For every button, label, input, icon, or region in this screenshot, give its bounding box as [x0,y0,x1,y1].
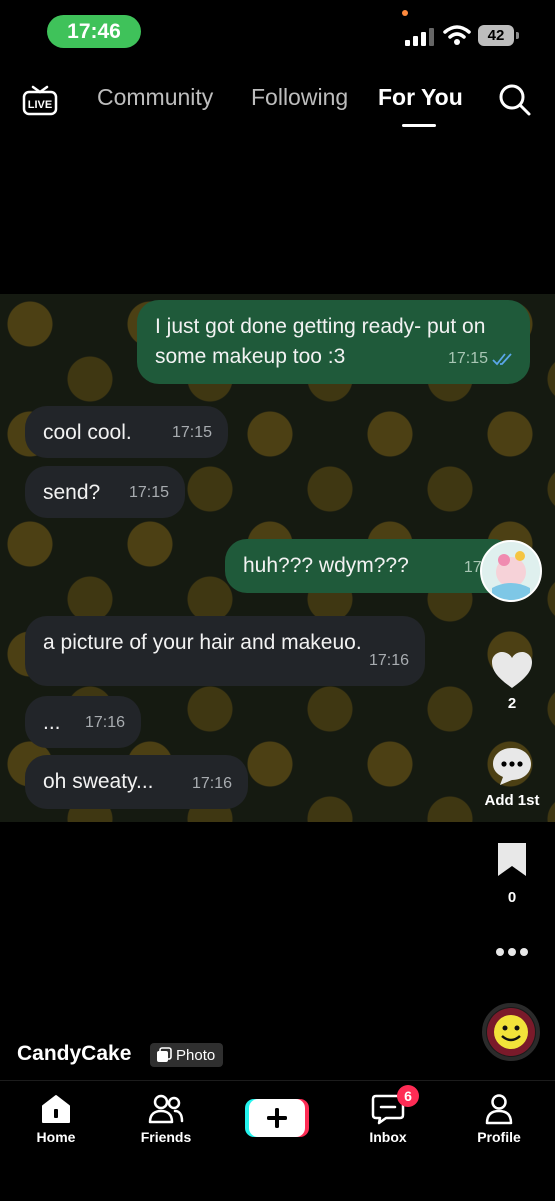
inbox-badge: 6 [397,1085,419,1107]
nav-friends[interactable]: Friends [121,1093,211,1145]
tab-community[interactable]: Community [97,84,213,111]
top-navigation: LIVE Community Following For You [0,72,555,132]
wifi-icon [443,25,471,45]
message-text: I just got done getting ready- put on so… [155,315,486,368]
creator-avatar[interactable] [480,540,542,602]
chat-bubble: cool cool. 17:15 [25,406,228,458]
cellular-signal-icon [405,28,434,46]
photo-stack-icon [157,1047,172,1062]
message-text: oh sweaty... [43,770,154,793]
message-time: 17:15 [171,424,212,441]
live-icon[interactable]: LIVE [20,80,60,120]
message-time: 17:16 [368,652,409,669]
profile-icon [485,1094,513,1125]
like-button[interactable]: 2 [477,650,547,712]
live-label: LIVE [28,99,52,111]
active-tab-indicator [402,124,436,127]
nav-home-label: Home [36,1129,76,1145]
bookmark-icon [498,843,526,876]
photo-badge-label: Photo [176,1046,216,1064]
post-username[interactable]: CandyCake [17,1042,131,1066]
message-text: a picture of your hair and makeuo. [43,631,362,654]
tab-for-you[interactable]: For You [378,84,463,111]
nav-inbox[interactable]: Inbox [343,1093,433,1145]
save-button[interactable]: 0 [477,840,547,906]
tab-following[interactable]: Following [251,84,348,111]
sound-disc[interactable] [482,1003,540,1061]
nav-profile[interactable]: Profile [454,1093,544,1145]
friends-icon [148,1094,184,1124]
post-photo[interactable]: I just got done getting ready- put on so… [0,294,555,822]
message-time: 17:16 [191,775,232,792]
nav-friends-label: Friends [140,1129,192,1145]
message-text: ... [43,711,61,734]
message-time: 17:15 [128,484,169,501]
chat-bubble: oh sweaty... 17:16 [25,755,248,809]
message-text: send? [43,481,101,504]
chat-bubble: I just got done getting ready- put on so… [137,300,530,384]
smiley-icon [487,1008,535,1056]
chat-bubble: send? 17:15 [25,466,185,518]
more-options-button[interactable] [477,945,547,964]
status-time: 17:46 [47,15,141,48]
double-check-icon [492,353,512,366]
comment-icon [493,748,531,785]
chat-bubble: huh??? wdym??? 17:1 [225,539,515,593]
message-time: 17:15 [447,350,488,367]
message-text: cool cool. [43,421,132,444]
privacy-indicator-dot [402,10,408,16]
message-time: 17:16 [84,714,125,731]
chat-bubble: ... 17:16 [25,696,141,748]
nav-profile-label: Profile [477,1129,521,1145]
comment-button[interactable]: Add 1st [477,745,547,809]
chat-bubble: a picture of your hair and makeuo. 17:16 [25,616,425,686]
nav-inbox-label: Inbox [369,1129,407,1145]
heart-icon [492,652,532,688]
message-text: huh??? wdym??? [243,554,409,577]
avatar-image [482,542,540,600]
home-icon [42,1095,70,1123]
status-bar: 17:46 42 [0,0,555,60]
create-post-button[interactable] [245,1099,309,1137]
nav-home[interactable]: Home [11,1093,101,1145]
like-count: 2 [507,695,517,712]
battery-indicator: 42 [478,25,519,46]
save-count: 0 [507,889,517,906]
comment-label: Add 1st [484,792,540,809]
photo-type-badge: Photo [150,1043,224,1067]
search-icon[interactable] [497,82,533,118]
bottom-navigation: Home Friends Inbox 6 Profile [0,1080,555,1201]
more-dots-icon [496,948,528,956]
